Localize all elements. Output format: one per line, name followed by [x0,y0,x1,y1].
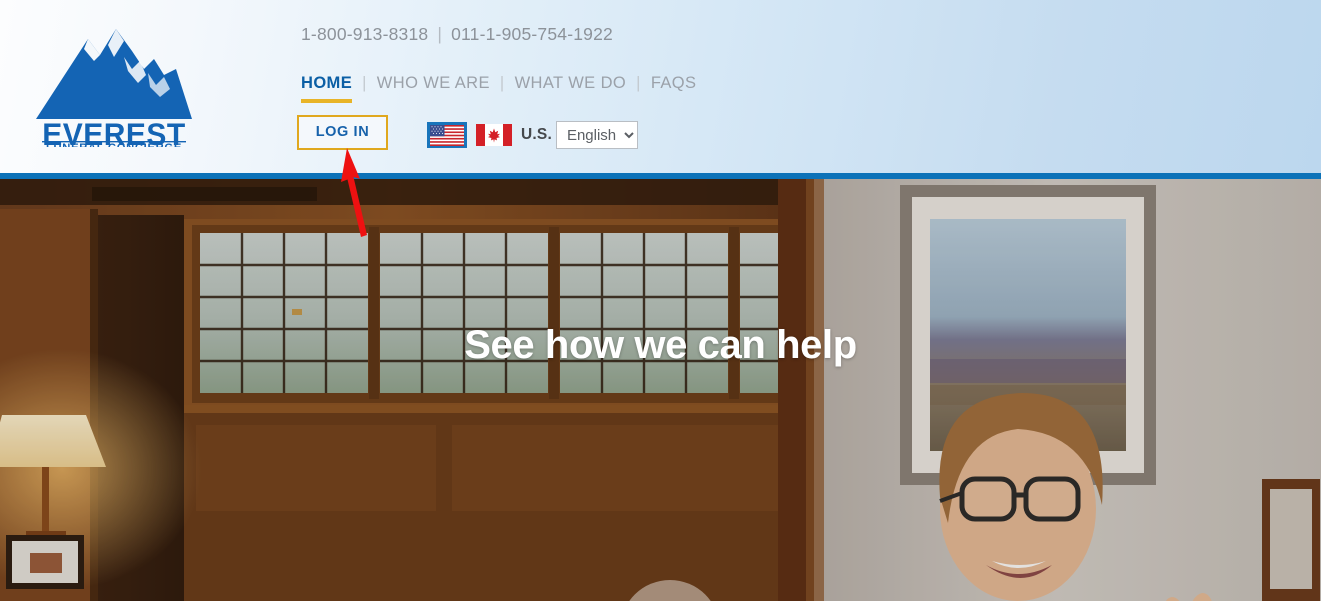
phone-separator: | [437,24,443,44]
country-label: U.S. [521,126,552,143]
everest-logo[interactable]: EVEREST FUNERAL CONCIERGE EVEREST FUNERA… [28,17,200,147]
nav-item-what-we-do[interactable]: WHAT WE DO [515,74,627,96]
nav-item-who-we-are[interactable]: WHO WE ARE [377,74,490,96]
canada-flag-glyph [476,124,512,146]
secondary-phone[interactable]: 011-1-905-754-1922 [451,24,613,44]
svg-text:FUNERAL CONCIERGE: FUNERAL CONCIERGE [46,142,182,147]
hero-video-section[interactable]: See how we can help [0,179,1321,601]
phone-numbers: 1-800-913-8318 | 011-1-905-754-1922 [301,24,613,45]
nav-separator: | [362,74,367,92]
nav-separator: | [636,74,641,92]
language-select[interactable]: English [555,121,638,149]
log-in-button[interactable]: LOG IN [297,115,388,150]
mountain-icon: EVEREST FUNERAL CONCIERGE [36,29,192,147]
nav-separator: | [499,74,505,92]
canada-flag-icon[interactable] [476,124,512,146]
site-header: EVEREST FUNERAL CONCIERGE EVEREST FUNERA… [0,0,1321,173]
nav-item-faqs[interactable]: FAQS [651,74,697,96]
us-flag-glyph [430,124,464,146]
page-root: EVEREST FUNERAL CONCIERGE EVEREST FUNERA… [0,0,1321,601]
locale-selector: U.S. English [427,120,638,150]
nav-item-home[interactable]: HOME [301,74,353,103]
primary-phone[interactable]: 1-800-913-8318 [301,24,428,44]
main-navigation: HOME | WHO WE ARE | WHAT WE DO | FAQS [301,74,697,103]
hero-title: See how we can help [464,323,857,367]
hero-video-frame [0,179,1321,601]
us-flag-icon[interactable] [427,122,467,148]
